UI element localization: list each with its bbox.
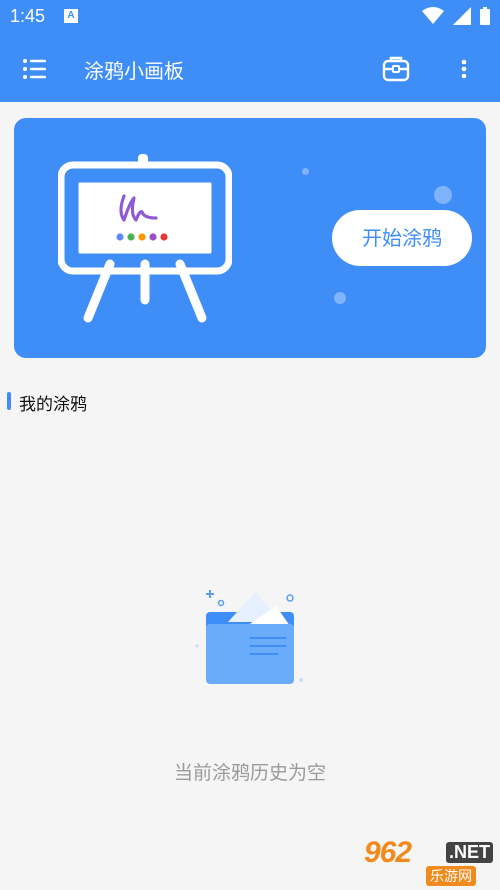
- battery-icon: [480, 7, 490, 29]
- wifi-icon: [421, 7, 444, 29]
- more-vertical-icon[interactable]: [452, 54, 476, 84]
- easel-icon: [57, 154, 233, 326]
- watermark-logo: 962 .NET 乐游网: [360, 836, 496, 888]
- watermark-cn: 乐游网: [426, 866, 476, 886]
- app-bar: 涂鸦小画板: [0, 34, 500, 102]
- palette-color-dot: [149, 233, 157, 241]
- font-a-icon: A: [64, 9, 78, 23]
- palette-color-dot: [160, 233, 168, 241]
- cell-signal-icon: [452, 7, 471, 29]
- decor-dot: [434, 186, 452, 204]
- empty-message: 当前涂鸦历史为空: [173, 762, 326, 784]
- decor-dot: [334, 292, 346, 304]
- status-time: 1:45: [10, 6, 46, 26]
- status-icons: [418, 7, 490, 29]
- menu-list-icon[interactable]: [20, 54, 50, 84]
- start-doodle-button[interactable]: 开始涂鸦: [332, 210, 472, 266]
- section-title: 我的涂鸦: [19, 395, 87, 415]
- toolbox-icon[interactable]: [380, 54, 412, 84]
- app-title: 涂鸦小画板: [84, 59, 184, 83]
- start-doodle-banner: 开始涂鸦: [14, 118, 486, 358]
- palette-color-dot: [127, 233, 135, 241]
- decor-dot: [302, 168, 309, 175]
- section-accent-bar: [7, 392, 11, 410]
- palette-color-dot: [138, 233, 146, 241]
- status-bar: 1:45 A: [0, 0, 500, 34]
- watermark-net: .NET: [446, 842, 494, 863]
- palette-color-dot: [116, 233, 124, 241]
- empty-folder-icon: [192, 586, 312, 690]
- watermark-main: 962: [364, 836, 412, 869]
